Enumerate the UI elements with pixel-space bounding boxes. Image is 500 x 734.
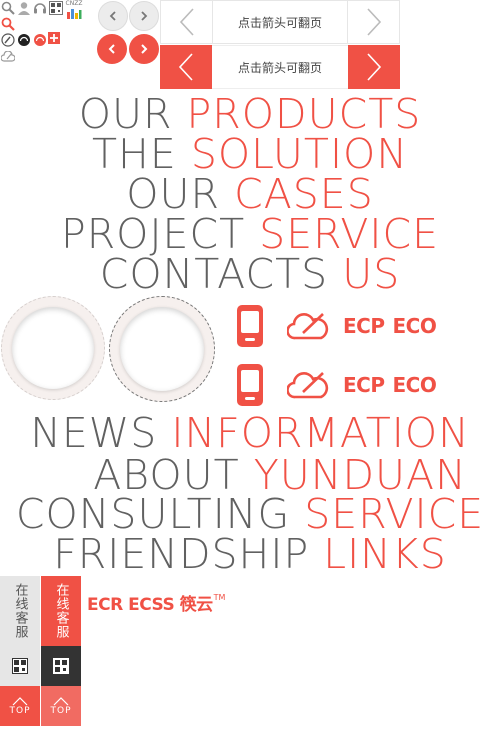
headset-black-icon[interactable]	[16, 32, 32, 48]
pager-label-red: 点击箭头可翻页	[212, 45, 348, 89]
headline-word-grey: NEWS	[30, 409, 158, 457]
prev-round-button-red[interactable]	[97, 34, 127, 64]
logo-row-2: ECP ECO	[237, 364, 437, 406]
chevron-right-icon	[141, 44, 148, 54]
user-icon[interactable]	[16, 0, 32, 16]
cloud-pen-icon	[287, 372, 329, 399]
qr-code-tile-grey[interactable]	[0, 646, 40, 686]
chevron-up-icon	[53, 697, 69, 706]
prev-round-button-grey[interactable]	[98, 1, 128, 31]
online-service-label: 在线客服	[12, 583, 28, 639]
pager-prev-button-light[interactable]	[161, 1, 213, 43]
chevron-left-icon	[109, 11, 116, 21]
eco-logo: ECO	[392, 373, 437, 397]
next-round-button-red[interactable]	[129, 34, 159, 64]
mobile-phone-icon	[237, 364, 263, 406]
ecp-logo: ECP	[343, 314, 385, 338]
search-icon[interactable]	[0, 0, 16, 16]
arrow-right-icon	[366, 8, 381, 36]
back-to-top-label: TOP	[50, 706, 72, 716]
brand-logo-text: ECR ECSS 筷云	[87, 595, 213, 615]
search-red-icon[interactable]	[0, 16, 16, 32]
mobile-phone-icon	[237, 305, 263, 347]
arrow-right-icon	[367, 53, 382, 81]
plus-red-icon[interactable]	[48, 32, 60, 44]
ecp-logo: ECP	[343, 373, 385, 397]
cloud-pen-icon	[287, 313, 329, 340]
nav-friendship-links[interactable]: FRIENDSHIP LINKS	[0, 532, 500, 576]
chevron-up-icon	[12, 697, 28, 706]
next-round-button-grey[interactable]	[129, 1, 159, 31]
cnzz-stats-icon[interactable]: CNZZ	[64, 0, 84, 20]
back-to-top-label: TOP	[9, 706, 31, 716]
pager-prev-button-red[interactable]	[160, 45, 212, 89]
logo-row-1: ECP ECO	[237, 305, 437, 347]
pager-red: 点击箭头可翻页	[160, 45, 400, 89]
headset-icon[interactable]	[32, 0, 48, 16]
nav-contacts-us[interactable]: CONTACTS US	[0, 252, 500, 296]
headset-red-icon[interactable]	[32, 32, 48, 48]
brand-logo: ECR ECSS 筷云 TM	[87, 594, 225, 616]
pager-next-button-light[interactable]	[347, 1, 399, 43]
pager-label-light: 点击箭头可翻页	[237, 15, 322, 30]
qr-code-tile-dark[interactable]	[41, 646, 81, 686]
brand-trademark: TM	[213, 593, 226, 602]
chevron-right-icon	[141, 11, 148, 21]
headline-word-grey: FRIENDSHIP	[53, 530, 310, 578]
back-to-top-button-red[interactable]: TOP	[0, 686, 40, 726]
online-service-label: 在线客服	[53, 583, 69, 639]
edit-circle-icon[interactable]	[0, 32, 16, 48]
nav-news-information[interactable]: NEWS INFORMATION	[0, 411, 500, 455]
eco-logo: ECO	[392, 314, 437, 338]
pager-light: 点击箭头可翻页	[160, 0, 400, 44]
cloud-edit-icon[interactable]	[0, 50, 16, 64]
chevron-left-icon	[108, 44, 115, 54]
headline-word-red: LINKS	[323, 530, 447, 578]
decor-circle-solid	[1, 296, 105, 400]
online-service-tab-red[interactable]: 在线客服	[41, 576, 81, 646]
arrow-left-icon	[178, 53, 193, 81]
back-to-top-button-pink[interactable]: TOP	[41, 686, 81, 726]
decor-circle-dashed	[109, 296, 215, 402]
headline-word-red: INFORMATION	[171, 409, 470, 457]
qr-code-icon[interactable]	[48, 0, 64, 16]
headline-word-grey: CONTACTS	[99, 250, 329, 298]
online-service-tab-grey[interactable]: 在线客服	[0, 576, 40, 646]
headline-word-red: US	[342, 250, 401, 298]
pager-next-button-red[interactable]	[348, 45, 400, 89]
arrow-left-icon	[179, 8, 194, 36]
qr-code-icon	[53, 658, 69, 674]
qr-code-icon	[12, 658, 28, 674]
